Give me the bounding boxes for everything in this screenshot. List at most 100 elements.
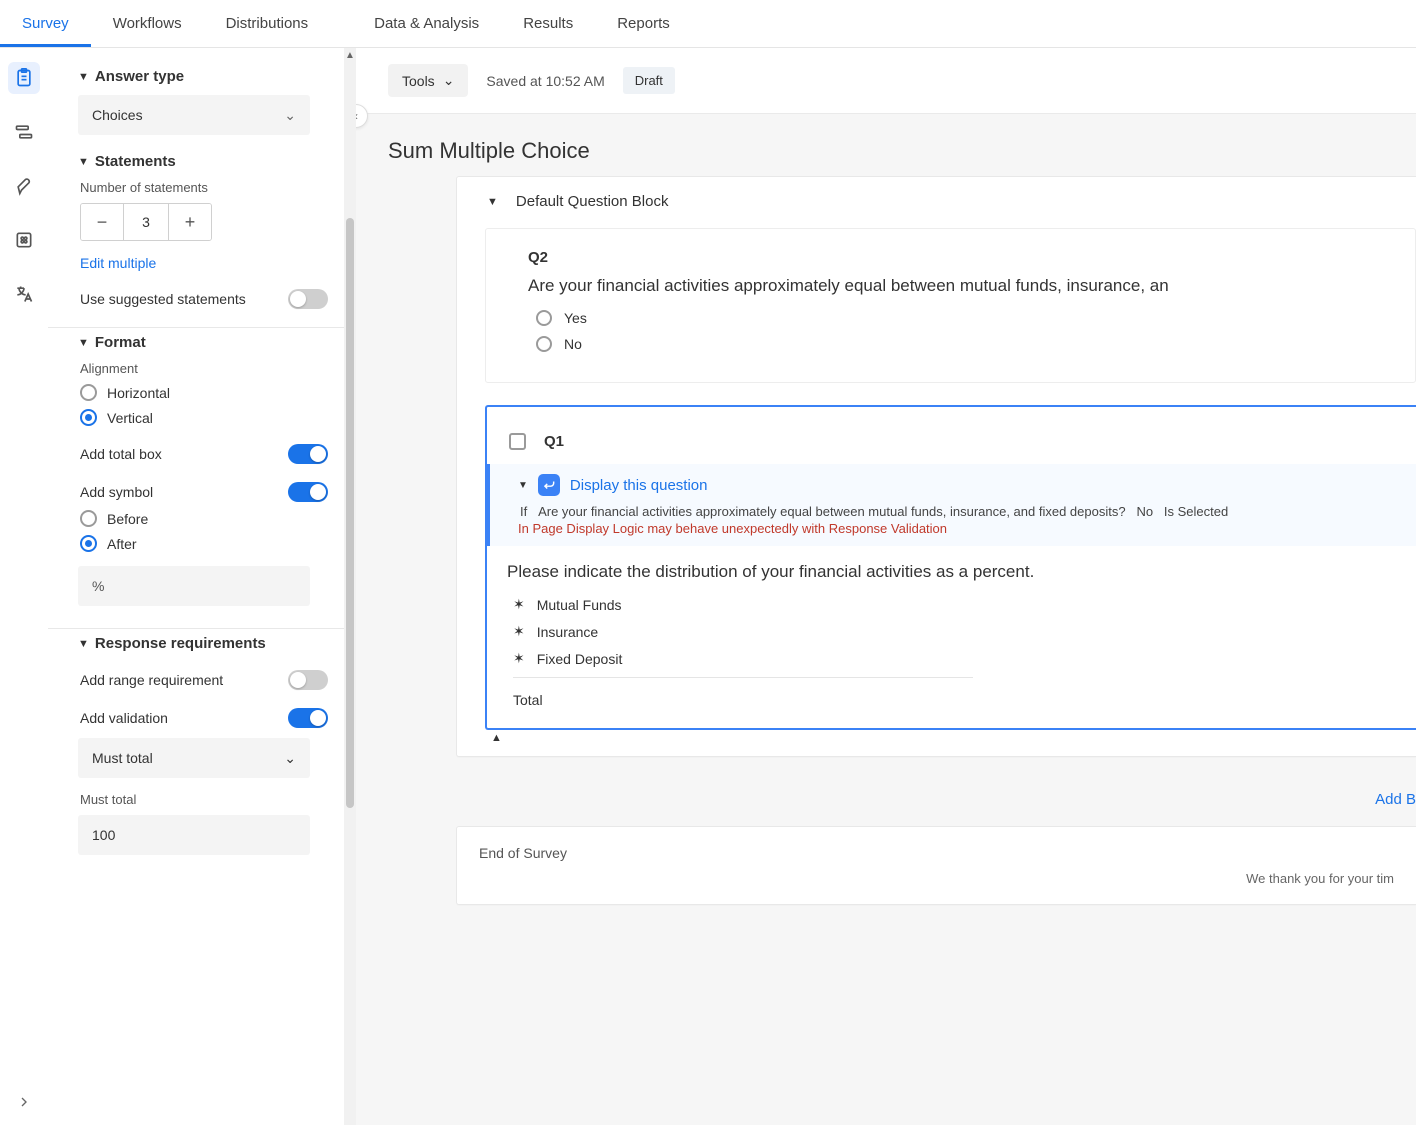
add-block-link[interactable]: Add B — [456, 791, 1416, 808]
statements-stepper: − 3 + — [80, 203, 212, 241]
symbol-value: % — [92, 578, 104, 594]
must-total-value: 100 — [92, 827, 115, 843]
flow-icon[interactable] — [8, 116, 40, 148]
tab-data-analysis[interactable]: Data & Analysis — [352, 0, 501, 47]
question-block: ▼ Default Question Block Q2 Are your fin… — [456, 176, 1416, 757]
radio-label: After — [107, 536, 137, 552]
chevron-down-icon: ⌄ — [284, 750, 296, 767]
sidebar-scrollbar[interactable]: ▲ — [344, 48, 356, 1125]
question-text[interactable]: Please indicate the distribution of your… — [507, 562, 1416, 582]
star-icon: ✶ — [513, 623, 525, 640]
tab-distributions[interactable]: Distributions — [204, 0, 331, 47]
look-feel-icon[interactable] — [8, 170, 40, 202]
tab-survey[interactable]: Survey — [0, 0, 91, 47]
section-heading: Response requirements — [95, 635, 266, 652]
display-logic-box: ▼ Display this question If Are your fina… — [487, 464, 1416, 546]
tab-workflows[interactable]: Workflows — [91, 0, 204, 47]
statement-row[interactable]: ✶ Mutual Funds — [513, 596, 1416, 613]
question-select-checkbox[interactable] — [509, 433, 526, 450]
logic-if-answer: No — [1136, 504, 1153, 519]
choice-label: Yes — [564, 310, 587, 326]
add-symbol-label: Add symbol — [80, 484, 153, 500]
page-title: Sum Multiple Choice — [356, 114, 1416, 176]
question-card-q2[interactable]: Q2 Are your financial activities approxi… — [485, 228, 1416, 383]
icon-rail — [0, 48, 48, 1125]
must-total-input[interactable]: 100 — [78, 815, 310, 855]
question-number: Q1 — [544, 433, 564, 450]
statement-row[interactable]: ✶ Fixed Deposit — [513, 650, 1416, 667]
display-logic-icon — [538, 474, 560, 496]
symbol-after[interactable]: After — [80, 535, 328, 552]
section-heading: Format — [95, 334, 146, 351]
logic-if-prefix: If — [520, 504, 527, 519]
answer-type-dropdown[interactable]: Choices ⌄ — [78, 95, 310, 135]
radio-icon — [536, 336, 552, 352]
add-symbol-toggle[interactable] — [288, 482, 328, 502]
section-response-requirements[interactable]: ▼ Response requirements — [78, 635, 328, 652]
display-logic-condition: If Are your financial activities approxi… — [520, 504, 1402, 519]
stepper-value[interactable]: 3 — [123, 204, 169, 240]
block-collapse-icon[interactable]: ▼ — [487, 196, 498, 208]
alignment-label: Alignment — [80, 361, 328, 376]
alignment-horizontal[interactable]: Horizontal — [80, 384, 328, 401]
insert-question-icon[interactable]: ▲ — [491, 732, 1416, 744]
statement-row[interactable]: ✶ Insurance — [513, 623, 1416, 640]
choice-no[interactable]: No — [536, 336, 1415, 352]
caret-down-icon: ▼ — [78, 156, 89, 168]
radio-icon — [80, 409, 97, 426]
tools-label: Tools — [402, 73, 435, 89]
end-of-survey-block[interactable]: End of Survey We thank you for your tim — [456, 826, 1416, 905]
section-statements[interactable]: ▼ Statements — [78, 153, 328, 170]
add-range-toggle[interactable] — [288, 670, 328, 690]
add-range-label: Add range requirement — [80, 672, 223, 688]
add-total-box-toggle[interactable] — [288, 444, 328, 464]
question-text: Are your financial activities approximat… — [528, 276, 1415, 296]
translations-icon[interactable] — [8, 278, 40, 310]
symbol-before[interactable]: Before — [80, 510, 328, 527]
tools-button[interactable]: Tools ⌄ — [388, 64, 468, 97]
dropdown-value: Choices — [92, 107, 143, 123]
statement-label: Mutual Funds — [537, 597, 622, 613]
statement-label: Fixed Deposit — [537, 651, 623, 667]
add-total-box-label: Add total box — [80, 446, 162, 462]
star-icon: ✶ — [513, 596, 525, 613]
rail-expand-icon[interactable] — [16, 1094, 32, 1113]
caret-down-icon: ▼ — [78, 638, 89, 650]
tab-reports[interactable]: Reports — [595, 0, 692, 47]
logic-collapse-icon[interactable]: ▼ — [518, 480, 528, 491]
survey-builder-icon[interactable] — [8, 62, 40, 94]
suggested-statements-toggle[interactable] — [288, 289, 328, 309]
scroll-thumb[interactable] — [346, 218, 354, 808]
saved-status: Saved at 10:52 AM — [486, 73, 604, 89]
star-icon: ✶ — [513, 650, 525, 667]
radio-icon — [80, 384, 97, 401]
stepper-increment[interactable]: + — [169, 204, 211, 240]
logic-if-suffix: Is Selected — [1164, 504, 1228, 519]
section-answer-type[interactable]: ▼ Answer type — [78, 68, 328, 85]
canvas: ‹ Tools ⌄ Saved at 10:52 AM Draft Sum Mu… — [356, 48, 1416, 1125]
validation-type-dropdown[interactable]: Must total ⌄ — [78, 738, 310, 778]
symbol-input[interactable]: % — [78, 566, 310, 606]
radio-icon — [536, 310, 552, 326]
section-format[interactable]: ▼ Format — [78, 334, 328, 351]
sidebar: ▼ Answer type Choices ⌄ ▼ Statements Num… — [48, 48, 344, 1125]
logic-if-body: Are your financial activities approximat… — [538, 504, 1126, 519]
add-validation-toggle[interactable] — [288, 708, 328, 728]
number-statements-label: Number of statements — [80, 180, 328, 195]
tab-results[interactable]: Results — [501, 0, 595, 47]
alignment-vertical[interactable]: Vertical — [80, 409, 328, 426]
edit-multiple-link[interactable]: Edit multiple — [80, 255, 328, 271]
question-card-q1[interactable]: Q1 ▼ Display this question If Are — [485, 405, 1416, 730]
options-icon[interactable] — [8, 224, 40, 256]
suggested-statements-label: Use suggested statements — [80, 291, 246, 307]
chevron-down-icon: ⌄ — [443, 72, 455, 89]
caret-down-icon: ▼ — [78, 71, 89, 83]
choice-yes[interactable]: Yes — [536, 310, 1415, 326]
scroll-up-icon[interactable]: ▲ — [344, 48, 356, 62]
stepper-decrement[interactable]: − — [81, 204, 123, 240]
radio-label: Horizontal — [107, 385, 170, 401]
display-logic-title[interactable]: Display this question — [570, 477, 708, 494]
choice-label: No — [564, 336, 582, 352]
section-heading: Statements — [95, 153, 176, 170]
block-name[interactable]: Default Question Block — [516, 193, 669, 210]
